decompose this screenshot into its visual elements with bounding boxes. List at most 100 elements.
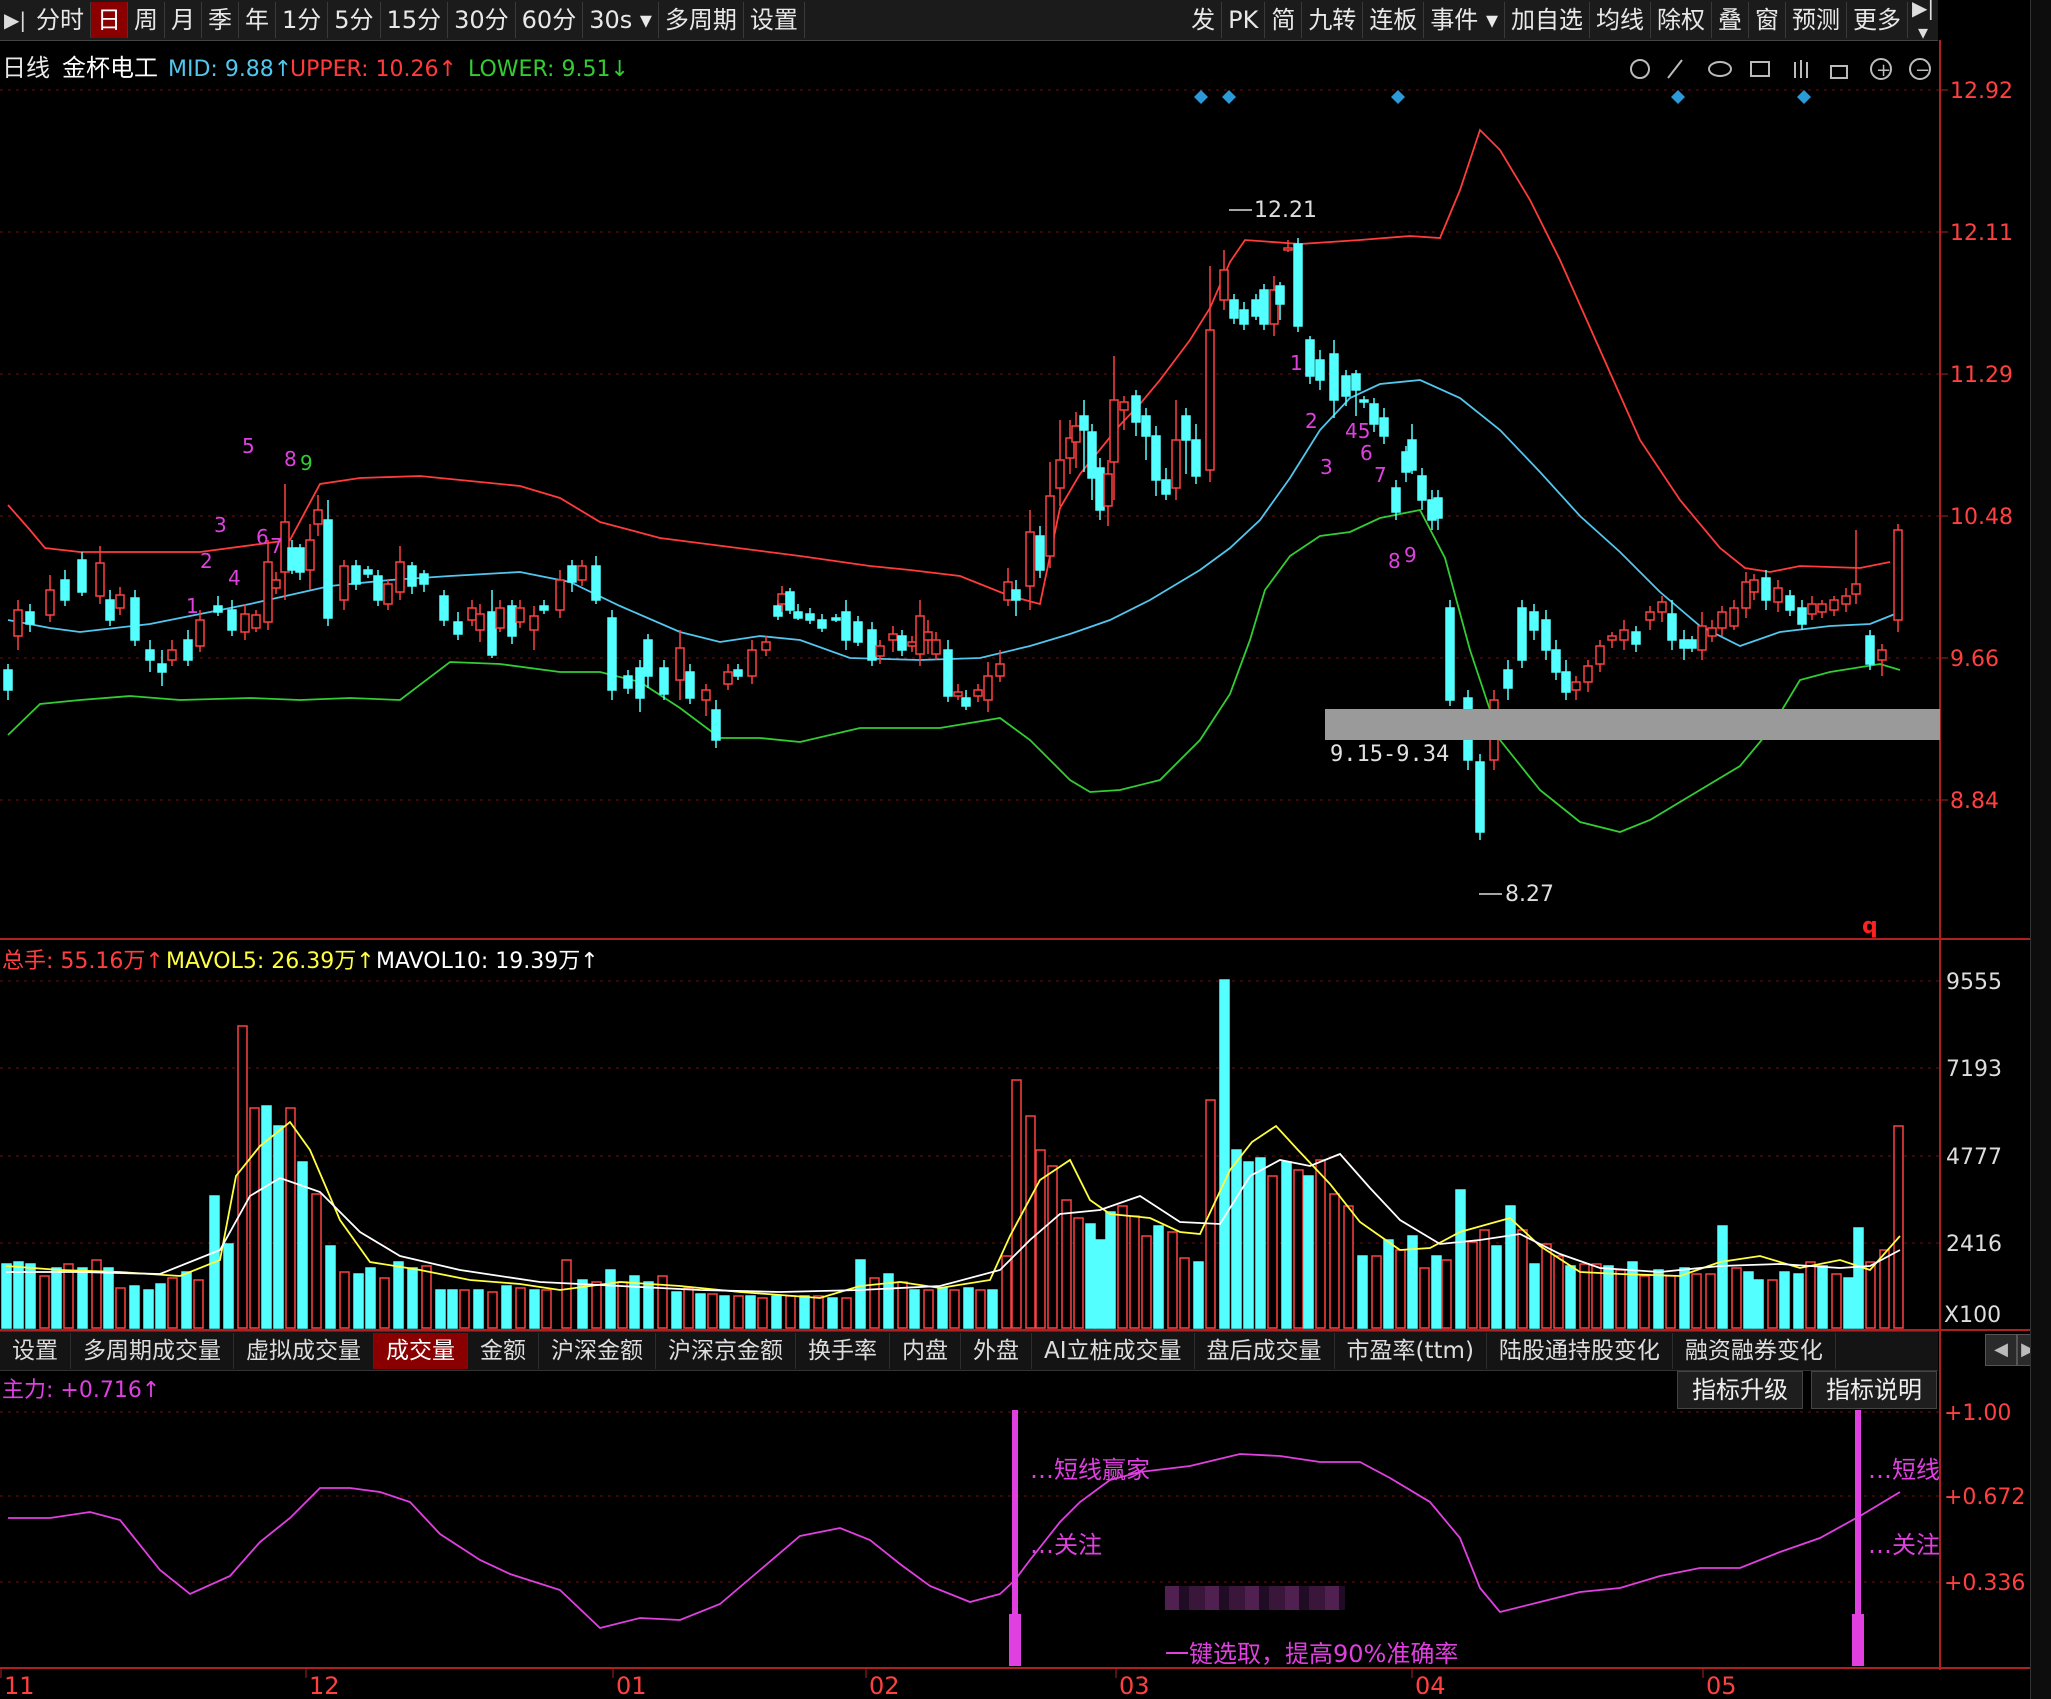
candle [1707,620,1717,642]
indicator-tab-7[interactable]: 换手率 [796,1333,890,1369]
candle [943,640,953,702]
volume-bar [987,1289,998,1329]
volume-bar [1679,1267,1690,1329]
indicator-tab-0[interactable]: 设置 [0,1333,71,1369]
indicator-tab-12[interactable]: 市盈率(ttm) [1335,1333,1487,1369]
main-force-label: 主力: +0.716↑ [2,1378,160,1403]
candle [1045,462,1055,568]
volume-bar [379,1277,390,1329]
volume-bar [1467,1241,1478,1329]
candle [295,544,305,580]
candle [1161,468,1171,500]
indicator-upgrade-button[interactable]: 指标升级 [1677,1371,1803,1409]
volume-bar [1817,1265,1828,1329]
candle [1171,400,1181,500]
indicator-tab-2[interactable]: 虚拟成交量 [234,1333,374,1369]
td-count-label: 7 [270,534,283,558]
candle [407,562,417,594]
volume-bar [541,1289,552,1329]
candle [495,600,505,632]
indicator-tab-3[interactable]: 成交量 [374,1333,468,1369]
indicator-tab-5[interactable]: 沪深金额 [539,1333,656,1369]
svg-text:+: + [1876,60,1891,81]
kline-chart: 123456 78 912345678 9 日线 金杯电工 MID: 9.88↑ UP… [0,40,2040,1699]
volume-bar [683,1287,694,1329]
date-tick: 02 [869,1672,900,1699]
volume-bar [745,1295,756,1329]
pen-icon[interactable] [1667,59,1683,79]
hand-icon[interactable] [1794,60,1808,78]
candle [875,640,885,664]
box-icon[interactable] [1750,61,1770,77]
volume-bar [487,1291,498,1329]
mid-band-line [7,379,1896,661]
indicator-tab-6[interactable]: 沪深京金额 [656,1333,796,1369]
candle [1283,240,1293,252]
indicator-tab-1[interactable]: 多周期成交量 [71,1333,234,1369]
high-price-label: 12.21 [1254,198,1317,223]
main-force-line [8,1453,1901,1629]
indicator-tab-13[interactable]: 陆股通持股变化 [1487,1333,1673,1369]
volume-bar [51,1267,62,1329]
volume-bar [1603,1265,1614,1329]
volume-bar [1011,1079,1022,1329]
candle [323,500,333,626]
signal-watch-label: …关注 [1030,1531,1102,1559]
td-count-label: 2 [1305,409,1318,433]
volume-bar [1243,1161,1254,1329]
candle [130,590,140,646]
td-count-label: 9 [1404,543,1417,567]
candle [1003,568,1013,606]
signal-winner-label: …短线赢家 [1030,1456,1150,1484]
candle [1229,294,1239,324]
date-tick: 05 [1706,1672,1737,1699]
candle [251,610,261,632]
volume-bar [1505,1205,1516,1329]
indicator-tab-11[interactable]: 盘后成交量 [1195,1333,1335,1369]
indicator-tab-8[interactable]: 内盘 [890,1333,961,1369]
event-markers[interactable] [1194,90,1811,104]
candle [1697,612,1707,660]
mavol5-value: MAVOL5: 26.39万↑ [166,949,375,974]
volume-bar [1565,1265,1576,1329]
candle [1517,600,1527,668]
mid-value: MID: 9.88↑ [168,57,292,82]
candle [60,570,70,606]
candle [1359,396,1369,408]
eye-icon[interactable] [1708,61,1732,77]
indicator-tab-9[interactable]: 外盘 [961,1333,1032,1369]
candle [1417,468,1427,510]
candle [227,600,237,636]
candle [1151,426,1161,496]
volume-bar [1383,1239,1394,1329]
indicator-explain-button[interactable]: 指标说明 [1811,1371,1937,1409]
candle [363,566,373,578]
indicator-tab-10[interactable]: AI立桩成交量 [1032,1333,1195,1369]
candle [1503,660,1513,700]
indicator-tab-14[interactable]: 融资融券变化 [1673,1333,1836,1369]
tab-scroll-left-icon[interactable]: ◀ [1985,1334,2017,1366]
volume-tick: 4777 [1946,1145,2002,1170]
indicator-tab-4[interactable]: 金额 [468,1333,539,1369]
candle [567,560,577,592]
volume-bar [1665,1275,1676,1329]
candle [145,640,155,672]
candle [339,560,349,610]
lock-icon[interactable] [1830,65,1848,79]
volume-bar [393,1261,404,1329]
candle [45,575,55,622]
td-count-label: 8 [1388,549,1401,573]
volume-bar [1553,1255,1564,1329]
vertical-scrollbar[interactable] [2030,0,2051,1699]
promo-text[interactable]: 一键选取，提高90%准确率 [1165,1640,1458,1668]
signal-watch-label-right: …关注 [1868,1531,1940,1559]
q-marker: q [1862,914,1878,939]
volume-bar [1517,1229,1528,1329]
candle [1583,660,1593,692]
candle [897,630,907,656]
gear-icon[interactable] [1630,59,1650,79]
volume-bar [1853,1227,1864,1329]
candle [907,636,917,652]
price-tick: 11.29 [1950,363,2013,388]
volume-bar [975,1289,986,1329]
